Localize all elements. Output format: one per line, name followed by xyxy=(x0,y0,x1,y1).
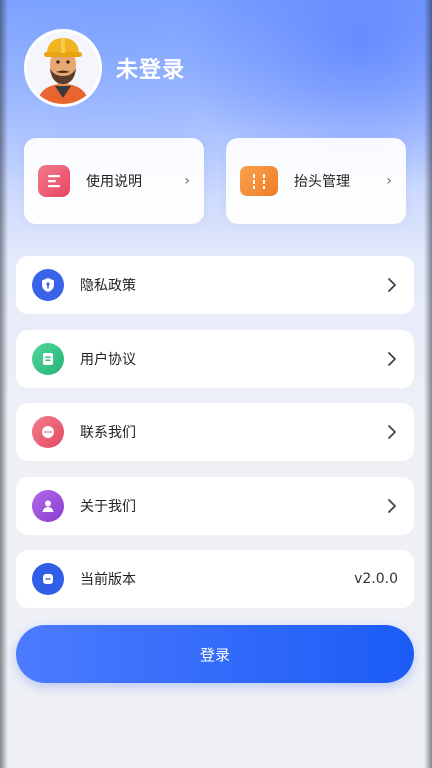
about-us-label: 关于我们 xyxy=(80,498,136,515)
chevron-right-icon: › xyxy=(184,173,190,189)
user-agreement-item[interactable]: 用户协议 xyxy=(16,329,414,388)
instructions-card[interactable]: 使用说明 › xyxy=(24,138,204,224)
quick-actions: 使用说明 › 抬头管理 › xyxy=(24,138,406,224)
contact-us-item[interactable]: 联系我们 xyxy=(16,403,414,461)
user-icon xyxy=(32,489,64,522)
version-icon xyxy=(32,563,64,595)
ticket-icon xyxy=(240,166,278,196)
chevron-right-icon: › xyxy=(386,173,392,189)
profile-header: 未登录 xyxy=(24,28,185,108)
device-edge-right xyxy=(424,0,432,768)
chevron-right-icon xyxy=(386,422,398,442)
instructions-label: 使用说明 xyxy=(86,174,142,190)
login-button[interactable]: 登录 xyxy=(16,625,414,683)
chat-bubble-icon xyxy=(32,416,64,448)
invoice-title-card[interactable]: 抬头管理 › xyxy=(226,138,406,224)
about-us-item[interactable]: 关于我们 xyxy=(16,476,414,535)
device-edge-left xyxy=(0,0,8,768)
chevron-right-icon xyxy=(386,496,398,516)
user-agreement-label: 用户协议 xyxy=(80,351,136,368)
settings-list: 隐私政策 用户协议 联系我们 关于我们 当前版本 v2.0.0 xyxy=(16,256,414,624)
avatar[interactable] xyxy=(24,29,102,107)
worker-avatar-icon xyxy=(37,38,89,104)
current-version-label: 当前版本 xyxy=(80,572,136,588)
privacy-policy-item[interactable]: 隐私政策 xyxy=(16,256,414,314)
username-label[interactable]: 未登录 xyxy=(116,52,185,84)
version-value: v2.0.0 xyxy=(354,571,398,587)
chevron-right-icon xyxy=(386,275,398,295)
shield-lock-icon xyxy=(32,269,64,301)
document-list-icon xyxy=(38,165,70,197)
invoice-title-label: 抬头管理 xyxy=(294,174,350,190)
current-version-item: 当前版本 v2.0.0 xyxy=(16,550,414,608)
agreement-icon xyxy=(32,342,64,375)
contact-us-label: 联系我们 xyxy=(80,425,136,441)
privacy-policy-label: 隐私政策 xyxy=(80,278,136,294)
chevron-right-icon xyxy=(386,349,398,369)
